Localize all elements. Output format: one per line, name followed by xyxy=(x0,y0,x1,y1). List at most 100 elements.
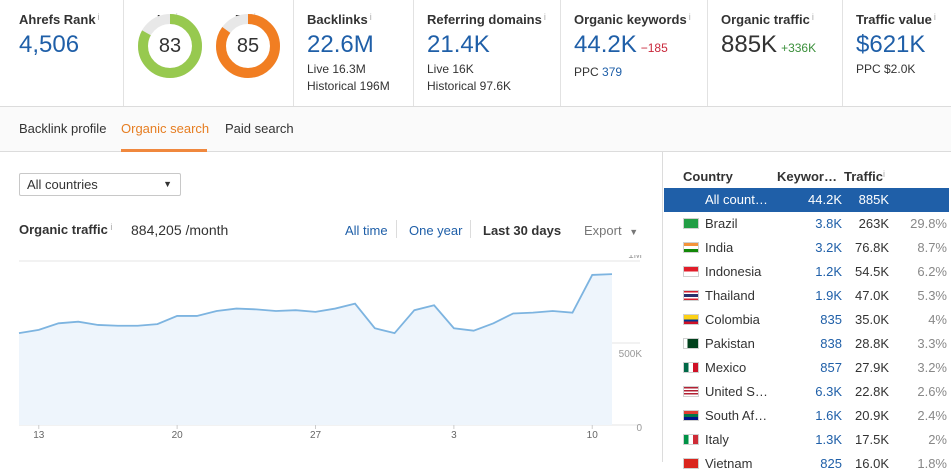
country-row[interactable]: Pakistan 838 28.8K 3.3% xyxy=(664,332,949,356)
export-button[interactable]: Export ▼ xyxy=(584,223,638,238)
country-keywords[interactable]: 1.3K xyxy=(815,432,842,447)
referring-domains-live: Live 16K xyxy=(427,62,474,76)
info-icon: i xyxy=(933,12,936,22)
country-name[interactable]: All count… xyxy=(705,192,768,207)
y-tick-label: 1M xyxy=(628,255,642,261)
country-name[interactable]: Mexico xyxy=(705,360,746,375)
country-traffic: 27.9K xyxy=(855,360,889,375)
country-traffic: 54.5K xyxy=(855,264,889,279)
x-tick-label: 27 xyxy=(310,430,322,441)
country-traffic-share: 29.8% xyxy=(910,216,947,231)
x-tick-label: 13 xyxy=(33,430,45,441)
info-icon: i xyxy=(883,169,886,179)
country-keywords[interactable]: 3.8K xyxy=(815,216,842,231)
country-traffic-share: 2% xyxy=(928,432,947,447)
organic-traffic-value: 885K xyxy=(721,31,778,58)
y-tick-label: 500K xyxy=(619,349,643,360)
ahrefs-rank-value: 4,506 xyxy=(19,31,80,58)
traffic-value-label: Traffic value xyxy=(856,12,932,27)
country-traffic-share: 5.3% xyxy=(917,288,947,303)
country-name[interactable]: South Af… xyxy=(705,408,767,423)
country-row[interactable]: Vietnam 825 16.0K 1.8% xyxy=(664,452,949,476)
country-traffic: 885K xyxy=(858,192,889,207)
country-name[interactable]: Colombia xyxy=(705,312,760,327)
organic-traffic-chart[interactable]: 1M 500K 0 13 20 27 3 10 xyxy=(0,255,660,455)
flag-za-icon xyxy=(683,410,699,421)
country-name[interactable]: Pakistan xyxy=(705,336,755,351)
country-keywords[interactable]: 1.9K xyxy=(815,288,842,303)
ppc-value: 379 xyxy=(602,65,623,79)
country-select-value: All countries xyxy=(27,177,98,192)
country-traffic: 76.8K xyxy=(855,240,889,255)
chart-title: Organic traffic i xyxy=(19,222,112,237)
country-traffic: 28.8K xyxy=(855,336,889,351)
country-row[interactable]: Brazil 3.8K 263K 29.8% xyxy=(664,212,949,236)
tab-organic-search[interactable]: Organic search xyxy=(121,121,209,136)
country-name[interactable]: United S… xyxy=(705,384,768,399)
country-row[interactable]: Mexico 857 27.9K 3.2% xyxy=(664,356,949,380)
metric-organic-keywords[interactable]: Organic keywords i 44.2K −185 PPC 379 xyxy=(561,0,708,106)
metric-ahrefs-rank[interactable]: Ahrefs Rank i 4,506 xyxy=(0,0,124,106)
country-name[interactable]: Vietnam xyxy=(705,456,752,471)
metric-referring-domains[interactable]: Referring domains i 21.4K Live 16K Histor… xyxy=(414,0,561,106)
range-all-time[interactable]: All time xyxy=(345,223,388,238)
country-traffic: 16.0K xyxy=(855,456,889,471)
range-one-year[interactable]: One year xyxy=(409,223,462,238)
country-name[interactable]: Brazil xyxy=(705,216,738,231)
country-keywords[interactable]: 857 xyxy=(820,360,842,375)
active-tab-indicator xyxy=(121,149,207,152)
info-icon: i xyxy=(688,12,691,22)
country-row[interactable]: Thailand 1.9K 47.0K 5.3% xyxy=(664,284,949,308)
country-keywords[interactable]: 1.6K xyxy=(815,408,842,423)
country-row[interactable]: Colombia 835 35.0K 4% xyxy=(664,308,949,332)
country-name[interactable]: Thailand xyxy=(705,288,755,303)
range-last-30-days[interactable]: Last 30 days xyxy=(483,223,561,238)
flag-us-icon xyxy=(683,386,699,397)
organic-traffic-label: Organic traffic xyxy=(721,12,810,27)
tab-backlink-profile[interactable]: Backlink profile xyxy=(19,121,106,136)
country-select[interactable]: All countries ▼ xyxy=(19,173,181,196)
country-keywords[interactable]: 825 xyxy=(820,456,842,471)
country-keywords[interactable]: 44.2K xyxy=(808,192,842,207)
referring-domains-label: Referring domains xyxy=(427,12,542,27)
country-row[interactable]: India 3.2K 76.8K 8.7% xyxy=(664,236,949,260)
traffic-value-ppc: PPC $2.0K xyxy=(856,62,916,76)
ppc-label: PPC xyxy=(574,65,599,79)
country-traffic-share: 1.8% xyxy=(917,456,947,471)
country-row[interactable]: United S… 6.3K 22.8K 2.6% xyxy=(664,380,949,404)
country-traffic: 35.0K xyxy=(855,312,889,327)
country-keywords[interactable]: 1.2K xyxy=(815,264,842,279)
traffic-column-header[interactable]: Traffici xyxy=(844,169,885,184)
ur-value: 83 xyxy=(158,35,182,57)
tab-paid-search[interactable]: Paid search xyxy=(225,121,294,136)
metric-backlinks[interactable]: Backlinks i 22.6M Live 16.3M Historical 1… xyxy=(294,0,414,106)
country-name[interactable]: India xyxy=(705,240,733,255)
flag-id-icon xyxy=(683,266,699,277)
metric-traffic-value[interactable]: Traffic value i $621K PPC $2.0K xyxy=(843,0,951,106)
backlinks-historical: Historical 196M xyxy=(307,79,390,93)
caret-down-icon: ▼ xyxy=(163,179,172,189)
country-keywords[interactable]: 6.3K xyxy=(815,384,842,399)
country-traffic-share: 3.3% xyxy=(917,336,947,351)
country-name[interactable]: Indonesia xyxy=(705,264,761,279)
country-row[interactable]: Indonesia 1.2K 54.5K 6.2% xyxy=(664,260,949,284)
flag-in-icon xyxy=(683,242,699,253)
keywords-column-header[interactable]: Keywor… xyxy=(777,169,837,184)
country-traffic-share: 6.2% xyxy=(917,264,947,279)
x-tick-label: 20 xyxy=(172,430,184,441)
countries-panel: Country Keywor… Traffici All count… 44.2K… xyxy=(662,152,951,471)
country-row[interactable]: All count… 44.2K 885K xyxy=(664,188,949,212)
country-name[interactable]: Italy xyxy=(705,432,729,447)
country-traffic-share: 3.2% xyxy=(917,360,947,375)
info-icon: i xyxy=(369,12,372,22)
country-traffic-share: 2.4% xyxy=(917,408,947,423)
country-keywords[interactable]: 3.2K xyxy=(815,240,842,255)
metric-organic-traffic[interactable]: Organic traffic i 885K +336K xyxy=(708,0,843,106)
country-row[interactable]: South Af… 1.6K 20.9K 2.4% xyxy=(664,404,949,428)
country-keywords[interactable]: 835 xyxy=(820,312,842,327)
country-row[interactable]: Italy 1.3K 17.5K 2% xyxy=(664,428,949,452)
referring-domains-value: 21.4K xyxy=(427,31,490,58)
metrics-bar: Ahrefs Rank i 4,506 URi 83 DRi 85 Backlin… xyxy=(0,0,951,107)
country-keywords[interactable]: 838 xyxy=(820,336,842,351)
country-column-header[interactable]: Country xyxy=(683,169,733,184)
